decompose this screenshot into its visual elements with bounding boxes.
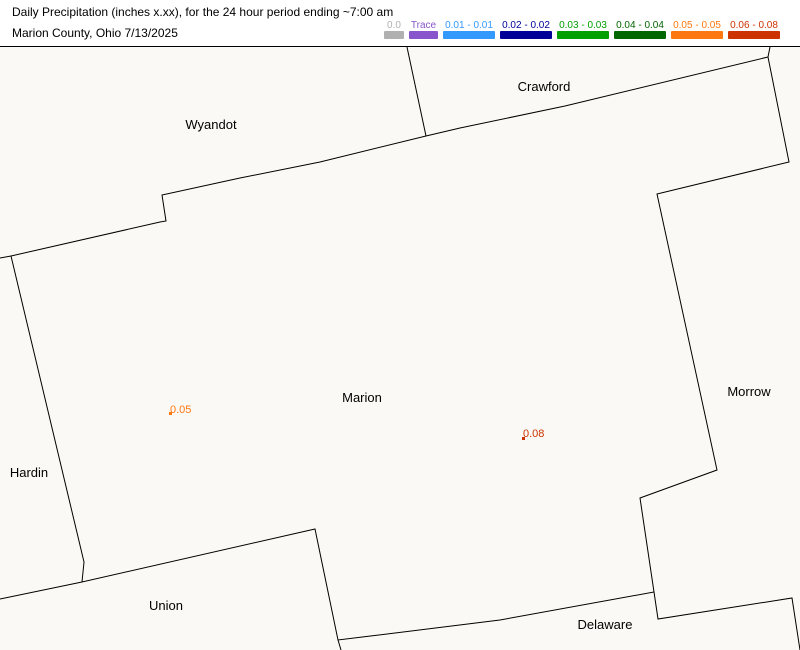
legend-label: 0.01 - 0.01	[445, 20, 493, 31]
legend-label: 0.06 - 0.08	[730, 20, 778, 31]
legend-swatch	[728, 31, 780, 39]
map-background	[0, 47, 800, 650]
legend-item-zero: 0.0	[384, 20, 404, 42]
county-label-wyandot: Wyandot	[185, 117, 237, 132]
county-map: Wyandot Crawford Marion Morrow Hardin Un…	[0, 47, 800, 650]
legend-item-trace: Trace	[409, 20, 438, 42]
county-label-union: Union	[149, 598, 183, 613]
legend-label: 0.05 - 0.05	[673, 20, 721, 31]
legend-item-0-01: 0.01 - 0.01	[443, 20, 495, 42]
observation-station[interactable]: 0.08	[522, 428, 544, 440]
county-label-hardin: Hardin	[10, 465, 48, 480]
legend-item-0-05: 0.05 - 0.05	[671, 20, 723, 42]
precipitation-legend: 0.0 Trace 0.01 - 0.01 0.02 - 0.02 0.03 -…	[384, 20, 784, 44]
legend-swatch	[557, 31, 609, 39]
legend-swatch	[671, 31, 723, 39]
legend-label: 0.03 - 0.03	[559, 20, 607, 31]
legend-item-0-04: 0.04 - 0.04	[614, 20, 666, 42]
legend-label: 0.0	[387, 20, 401, 31]
county-label-delaware: Delaware	[578, 617, 633, 632]
county-label-marion: Marion	[342, 390, 382, 405]
county-label-morrow: Morrow	[727, 384, 771, 399]
map-subtitle: Marion County, Ohio 7/13/2025	[12, 26, 178, 40]
legend-label: 0.04 - 0.04	[616, 20, 664, 31]
legend-swatch	[443, 31, 495, 39]
station-value-label: 0.05	[170, 404, 191, 416]
county-label-crawford: Crawford	[518, 79, 571, 94]
observation-station[interactable]: 0.05	[169, 404, 191, 416]
legend-swatch	[614, 31, 666, 39]
legend-swatch	[384, 31, 404, 39]
legend-label: Trace	[410, 20, 437, 31]
legend-item-0-02: 0.02 - 0.02	[500, 20, 552, 42]
legend-item-0-03: 0.03 - 0.03	[557, 20, 609, 42]
legend-label: 0.02 - 0.02	[502, 20, 550, 31]
legend-item-0-06-0-08: 0.06 - 0.08	[728, 20, 780, 42]
map-title: Daily Precipitation (inches x.xx), for t…	[12, 5, 394, 19]
legend-swatch	[500, 31, 552, 39]
legend-swatch	[409, 31, 438, 39]
station-value-label: 0.08	[523, 428, 544, 440]
map-header: Daily Precipitation (inches x.xx), for t…	[0, 0, 800, 47]
